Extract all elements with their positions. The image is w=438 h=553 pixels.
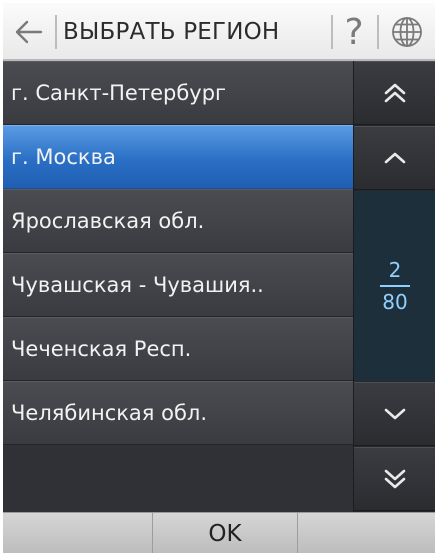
region-name: Чувашская - Чувашия.. <box>11 273 264 297</box>
region-name: Ярославская обл. <box>11 209 205 233</box>
bottom-bar: OK <box>3 512 435 553</box>
current-page: 2 <box>388 258 402 282</box>
region-name: Чеченская Респ. <box>11 337 192 361</box>
line-down-button[interactable] <box>354 382 435 446</box>
chevron-down-icon <box>384 408 406 420</box>
globe-button[interactable] <box>379 3 435 61</box>
chevron-up-icon <box>384 152 406 164</box>
list-item[interactable]: Чувашская - Чувашия.. <box>3 253 353 317</box>
line-up-button[interactable] <box>354 126 435 190</box>
region-select-screen: ВЫБРАТЬ РЕГИОН ? г. Санкт-Петербург г. М… <box>3 3 435 553</box>
total-pages: 80 <box>382 290 408 314</box>
list-item[interactable]: г. Санкт-Петербург <box>3 61 353 125</box>
page-up-button[interactable] <box>354 61 435 125</box>
page-title: ВЫБРАТЬ РЕГИОН <box>63 19 280 45</box>
list-item[interactable]: Чеченская Респ. <box>3 317 353 381</box>
double-chevron-down-icon <box>384 469 406 489</box>
list-item-selected[interactable]: г. Москва <box>3 125 353 189</box>
help-button[interactable]: ? <box>333 3 375 61</box>
back-button[interactable] <box>3 3 55 61</box>
double-chevron-up-icon <box>384 83 406 103</box>
header-separator <box>55 15 57 49</box>
ok-button[interactable]: OK <box>153 513 298 553</box>
bottom-empty-right <box>298 513 435 553</box>
region-list: г. Санкт-Петербург г. Москва Ярославская… <box>3 61 353 512</box>
header-bar: ВЫБРАТЬ РЕГИОН ? <box>3 3 435 61</box>
bottom-empty-left <box>3 513 153 553</box>
fraction-line <box>380 285 410 287</box>
list-item[interactable]: Челябинская обл. <box>3 381 353 445</box>
globe-icon <box>392 17 422 47</box>
page-down-button[interactable] <box>354 447 435 511</box>
arrow-left-icon <box>15 20 43 44</box>
region-name: г. Москва <box>11 145 116 169</box>
list-item[interactable]: Ярославская обл. <box>3 189 353 253</box>
scroll-controls: 2 80 <box>353 61 435 512</box>
region-name: г. Санкт-Петербург <box>11 81 227 105</box>
region-name: Челябинская обл. <box>11 401 208 425</box>
page-indicator: 2 80 <box>354 191 435 381</box>
